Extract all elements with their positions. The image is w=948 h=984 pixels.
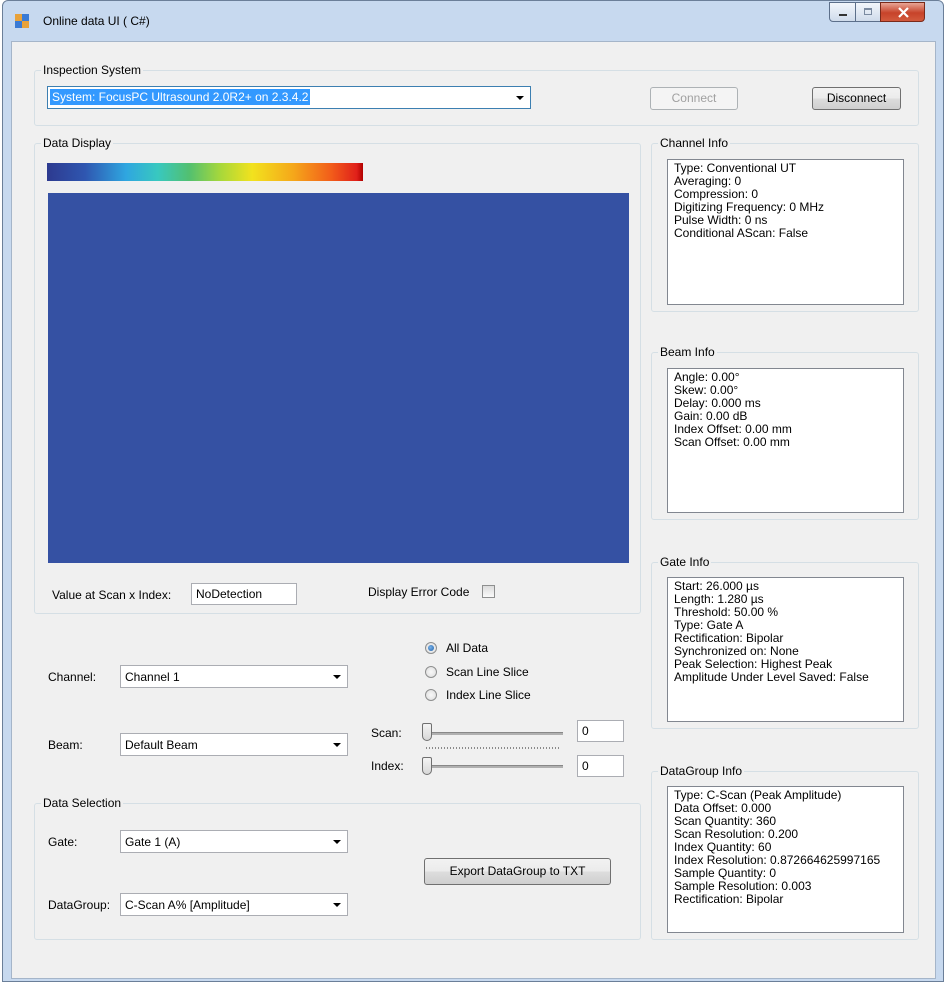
datagroup-select[interactable]: C-Scan A% [Amplitude]	[120, 893, 348, 916]
gate-info-box[interactable]: Start: 26.000 µs Length: 1.280 µs Thresh…	[667, 577, 904, 722]
close-icon	[898, 7, 909, 18]
radio-scan-line-slice[interactable]	[425, 666, 437, 678]
minimize-button[interactable]	[829, 2, 856, 22]
beam-info-legend: Beam Info	[660, 345, 715, 359]
scan-slider-label: Scan:	[371, 726, 402, 740]
gate-label: Gate:	[48, 835, 78, 849]
window-title: Online data UI ( C#)	[43, 14, 150, 28]
gate-info-legend: Gate Info	[660, 555, 710, 569]
channel-label: Channel:	[48, 670, 97, 684]
datagroup-label: DataGroup:	[48, 898, 111, 912]
channel-info-legend: Channel Info	[660, 136, 729, 150]
beam-label: Beam:	[48, 738, 83, 752]
minimize-icon	[839, 14, 847, 16]
chevron-down-icon	[516, 96, 524, 100]
system-select-value: System: FocusPC Ultrasound 2.0R2+ on 2.3…	[50, 89, 311, 105]
channel-select-value: Channel 1	[125, 670, 180, 684]
radio-scan-line-slice-label[interactable]: Scan Line Slice	[446, 665, 529, 679]
title-bar[interactable]: Online data UI ( C#)	[3, 1, 943, 41]
color-scale-bar	[47, 163, 363, 181]
maximize-icon	[864, 8, 872, 15]
value-at-field[interactable]: NoDetection	[191, 583, 297, 605]
radio-all-data-label[interactable]: All Data	[446, 641, 488, 655]
export-datagroup-button[interactable]: Export DataGroup to TXT	[424, 858, 611, 885]
chevron-down-icon	[333, 675, 341, 679]
scan-value-field[interactable]: 0	[577, 720, 624, 742]
datagroup-info-line: Rectification: Bipolar	[674, 892, 784, 906]
datagroup-info-legend: DataGroup Info	[660, 764, 743, 778]
maximize-button[interactable]	[855, 2, 881, 22]
inspection-system-legend: Inspection System	[43, 63, 142, 77]
chevron-down-icon	[333, 903, 341, 907]
channel-info-line: Conditional AScan: False	[674, 226, 809, 240]
data-display-legend: Data Display	[43, 136, 112, 150]
chevron-down-icon	[333, 743, 341, 747]
gate-select-value: Gate 1 (A)	[125, 835, 181, 849]
beam-select[interactable]: Default Beam	[120, 733, 348, 756]
display-error-code-label: Display Error Code	[368, 585, 470, 599]
disconnect-button[interactable]: Disconnect	[812, 87, 901, 110]
radio-index-line-slice[interactable]	[425, 689, 437, 701]
connect-button[interactable]: Connect	[650, 87, 738, 110]
scan-slider-track[interactable]	[422, 732, 563, 735]
channel-select[interactable]: Channel 1	[120, 665, 348, 688]
scan-slider-thumb[interactable]	[422, 723, 432, 741]
beam-info-line: Scan Offset: 0.00 mm	[674, 435, 790, 449]
index-slider-label: Index:	[371, 759, 404, 773]
index-slider-track[interactable]	[422, 765, 563, 768]
index-slider-thumb[interactable]	[422, 757, 432, 775]
radio-all-data[interactable]	[425, 642, 437, 654]
gate-info-line: Amplitude Under Level Saved: False	[674, 670, 869, 684]
datagroup-select-value: C-Scan A% [Amplitude]	[125, 898, 250, 912]
beam-info-box[interactable]: Angle: 0.00° Skew: 0.00° Delay: 0.000 ms…	[667, 368, 904, 513]
cscan-plot[interactable]	[48, 193, 629, 563]
chevron-down-icon	[333, 840, 341, 844]
data-selection-legend: Data Selection	[43, 796, 122, 810]
value-at-label: Value at Scan x Index:	[52, 588, 172, 602]
gate-select[interactable]: Gate 1 (A)	[120, 830, 348, 853]
display-error-code-checkbox[interactable]	[482, 585, 495, 598]
system-select[interactable]: System: FocusPC Ultrasound 2.0R2+ on 2.3…	[47, 86, 531, 109]
scan-slider-ticks	[426, 747, 560, 749]
beam-select-value: Default Beam	[125, 738, 198, 752]
app-icon	[15, 14, 29, 28]
close-button[interactable]	[880, 2, 925, 22]
radio-index-line-slice-label[interactable]: Index Line Slice	[446, 688, 531, 702]
index-value-field[interactable]: 0	[577, 755, 624, 777]
channel-info-box[interactable]: Type: Conventional UT Averaging: 0 Compr…	[667, 159, 904, 305]
datagroup-info-box[interactable]: Type: C-Scan (Peak Amplitude) Data Offse…	[667, 786, 904, 933]
